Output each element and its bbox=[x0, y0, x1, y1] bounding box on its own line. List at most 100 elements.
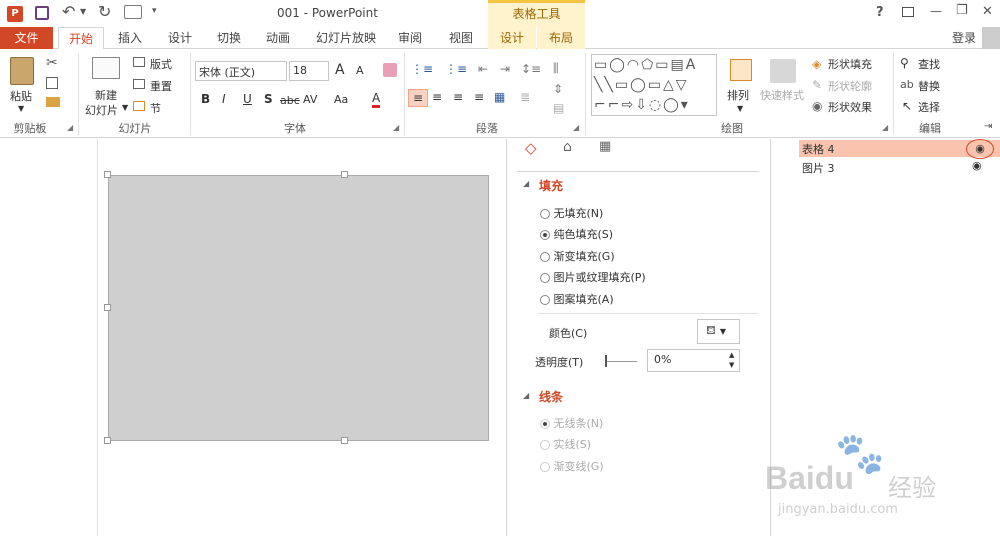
tab-table-design[interactable]: 设计 bbox=[488, 27, 536, 49]
fill-option-pattern[interactable]: 图案填充(A) bbox=[540, 291, 614, 307]
bold-button[interactable]: B bbox=[201, 92, 210, 106]
new-slide-label-1[interactable]: 新建 bbox=[95, 87, 117, 103]
line-option-none[interactable]: 无线条(N) bbox=[540, 415, 603, 431]
fill-option-none[interactable]: 无填充(N) bbox=[540, 205, 603, 221]
numbering-icon[interactable]: ⋮≡ bbox=[445, 62, 467, 76]
save-icon[interactable] bbox=[35, 6, 49, 20]
align-center-icon[interactable]: ≡ bbox=[432, 90, 442, 104]
visibility-eye-icon[interactable]: ◉ bbox=[966, 139, 994, 159]
shrink-font-button[interactable]: A bbox=[356, 64, 364, 77]
help-button[interactable]: ? bbox=[876, 5, 884, 20]
avatar[interactable] bbox=[982, 27, 1000, 49]
spinner-down-icon[interactable]: ▼ bbox=[729, 361, 734, 369]
minimize-button[interactable]: — bbox=[930, 4, 942, 18]
customize-toolbar-icon[interactable]: ▾ bbox=[152, 6, 157, 16]
new-slide-icon[interactable] bbox=[92, 57, 120, 79]
shape-outline-button[interactable]: 形状轮廓 bbox=[828, 78, 872, 94]
align-text-icon[interactable]: ⇕ bbox=[553, 82, 563, 96]
paste-dropdown-icon[interactable]: ▼ bbox=[18, 104, 24, 113]
arrange-button[interactable]: 排列 bbox=[727, 87, 749, 103]
radio-button[interactable] bbox=[540, 295, 550, 305]
font-name-select[interactable]: 宋体 (正文) bbox=[195, 61, 287, 81]
grow-font-button[interactable]: A bbox=[335, 62, 345, 78]
radio-button[interactable] bbox=[540, 419, 550, 429]
layout-button[interactable]: 版式 bbox=[150, 56, 172, 72]
close-button[interactable]: ✕ bbox=[982, 4, 993, 19]
tab-transitions[interactable]: 切换 bbox=[209, 27, 249, 49]
tab-file[interactable]: 文件 bbox=[0, 27, 53, 49]
columns-icon[interactable]: ≣ bbox=[520, 90, 530, 104]
paste-icon[interactable] bbox=[10, 57, 34, 85]
justify-icon[interactable]: ≡ bbox=[474, 90, 484, 104]
shadow-button[interactable]: S bbox=[264, 92, 273, 106]
increase-indent-icon[interactable]: ⇥ bbox=[500, 62, 510, 76]
fill-color-picker[interactable]: ⛾ ▼ bbox=[697, 319, 740, 344]
transparency-slider-thumb[interactable] bbox=[605, 355, 607, 367]
fill-option-solid[interactable]: 纯色填充(S) bbox=[540, 226, 613, 242]
clipboard-launcher-icon[interactable]: ◢ bbox=[67, 123, 73, 132]
radio-button[interactable] bbox=[540, 440, 550, 450]
selection-item-picture[interactable]: 图片 3 bbox=[799, 159, 838, 177]
text-direction-icon[interactable]: ⫼ bbox=[553, 61, 559, 76]
radio-button[interactable] bbox=[540, 273, 550, 283]
reset-button[interactable]: 重置 bbox=[150, 78, 172, 94]
section-button[interactable]: 节 bbox=[150, 100, 161, 116]
fill-option-picture[interactable]: 图片或纹理填充(P) bbox=[540, 269, 646, 285]
line-section-header[interactable]: 线条 bbox=[539, 388, 563, 405]
select-button[interactable]: 选择 bbox=[918, 99, 940, 115]
spinner-up-icon[interactable]: ▲ bbox=[729, 351, 734, 359]
fill-section-header[interactable]: 填充 bbox=[539, 177, 563, 194]
login-link[interactable]: 登录 bbox=[944, 27, 984, 49]
line-option-gradient[interactable]: 渐变线(G) bbox=[540, 458, 604, 474]
resize-handle[interactable] bbox=[104, 304, 111, 311]
redo-icon[interactable]: ↻ bbox=[98, 2, 111, 21]
ribbon-display-options-icon[interactable] bbox=[902, 7, 914, 17]
smartart-icon[interactable]: ▤ bbox=[553, 101, 564, 115]
tab-home[interactable]: 开始 bbox=[58, 27, 104, 50]
change-case-button[interactable]: Aa bbox=[334, 93, 348, 106]
tab-table-layout[interactable]: 布局 bbox=[537, 27, 585, 49]
distributed-icon[interactable]: ▦ bbox=[494, 90, 505, 104]
resize-handle[interactable] bbox=[341, 171, 348, 178]
collapse-ribbon-icon[interactable]: ⇥ bbox=[984, 121, 992, 132]
start-slideshow-icon[interactable] bbox=[124, 5, 142, 19]
clear-formatting-icon[interactable] bbox=[383, 63, 397, 77]
copy-icon[interactable] bbox=[46, 77, 58, 89]
fill-line-tab-icon[interactable]: ◇ bbox=[525, 139, 537, 157]
quick-styles-icon[interactable] bbox=[770, 59, 796, 83]
tab-view[interactable]: 视图 bbox=[441, 27, 481, 49]
line-option-solid[interactable]: 实线(S) bbox=[540, 436, 591, 452]
tab-design[interactable]: 设计 bbox=[160, 27, 200, 49]
line-spacing-icon[interactable]: ↕≡ bbox=[521, 62, 541, 76]
resize-handle[interactable] bbox=[104, 437, 111, 444]
shape-fill-button[interactable]: 形状填充 bbox=[828, 56, 872, 72]
table-object[interactable] bbox=[108, 175, 489, 441]
new-slide-dropdown-icon[interactable]: ▼ bbox=[122, 103, 128, 112]
tab-animations[interactable]: 动画 bbox=[258, 27, 298, 49]
tab-insert[interactable]: 插入 bbox=[110, 27, 150, 49]
line-section-toggle-icon[interactable]: ◢ bbox=[523, 391, 529, 400]
resize-handle[interactable] bbox=[104, 171, 111, 178]
find-button[interactable]: 查找 bbox=[918, 56, 940, 72]
font-launcher-icon[interactable]: ◢ bbox=[393, 123, 399, 132]
strikethrough-button[interactable]: abc bbox=[280, 94, 300, 107]
bullets-icon[interactable]: ⋮≡ bbox=[411, 62, 433, 76]
fill-section-toggle-icon[interactable]: ◢ bbox=[523, 179, 529, 188]
align-right-icon[interactable]: ≡ bbox=[453, 90, 463, 104]
format-painter-icon[interactable] bbox=[46, 97, 60, 107]
paragraph-launcher-icon[interactable]: ◢ bbox=[573, 123, 579, 132]
drawing-launcher-icon[interactable]: ◢ bbox=[882, 123, 888, 132]
italic-button[interactable]: I bbox=[222, 92, 226, 106]
radio-button[interactable] bbox=[540, 462, 550, 472]
shape-effects-button[interactable]: 形状效果 bbox=[828, 99, 872, 115]
shapes-gallery[interactable]: ▭◯◠⬠▭▤A ╲╲▭◯▭△▽ ⌐⌐⇨⇩◌◯▾ bbox=[591, 54, 717, 116]
fill-option-gradient[interactable]: 渐变填充(G) bbox=[540, 248, 615, 264]
resize-handle[interactable] bbox=[341, 437, 348, 444]
replace-button[interactable]: 替换 bbox=[918, 78, 940, 94]
character-spacing-button[interactable]: AV bbox=[303, 93, 317, 106]
radio-button[interactable] bbox=[540, 230, 550, 240]
arrange-dropdown-icon[interactable]: ▼ bbox=[737, 104, 743, 113]
transparency-slider[interactable] bbox=[605, 361, 637, 362]
undo-dropdown-icon[interactable]: ▼ bbox=[80, 7, 86, 16]
font-size-select[interactable]: 18 bbox=[289, 61, 329, 81]
